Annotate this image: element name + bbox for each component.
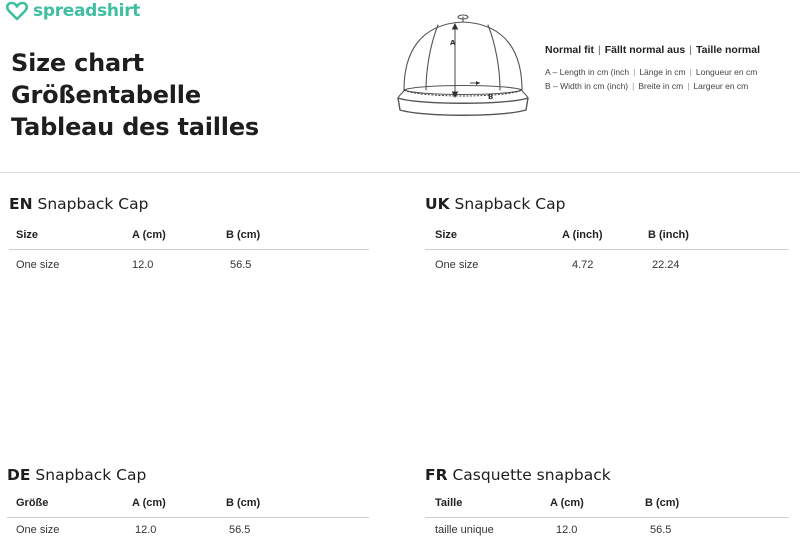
cell-b: 56.5 [230,259,252,271]
cell-size: taille unique [435,524,494,536]
size-section-uk: UK Snapback Cap Size A (inch) B (inch) O… [425,195,789,278]
header-b: B (cm) [226,497,261,509]
size-table: Size A (inch) B (inch) One size 4.72 22.… [425,226,789,278]
title-fr: Tableau des tailles [11,113,260,141]
cell-b: 22.24 [652,259,680,271]
cell-a: 12.0 [135,524,157,536]
header-size: Size [16,229,39,241]
section-title: FR Casquette snapback [425,466,789,484]
header-size: Size [435,229,458,241]
legend-b-fr: Largeur en cm [693,81,749,91]
section-title: EN Snapback Cap [9,195,369,213]
fit-de: Fällt normal aus [604,44,686,56]
section-name: Casquette snapback [452,466,611,484]
header-a: A (cm) [550,497,584,509]
header-a: A (inch) [562,229,603,241]
table-row: One size 4.72 22.24 [425,256,789,278]
size-section-en: EN Snapback Cap Size A (cm) B (cm) One s… [9,195,369,278]
legend-row-a: A – Length in cm (inch | Länge in cm | Longu… [545,67,758,77]
fit-fr: Taille normal [696,44,761,56]
legend-a-de: Länge in cm [639,67,686,77]
fit-line: Normal fit | Fällt normal aus | Taille norma… [545,44,761,56]
header-b: B (cm) [226,229,261,241]
cell-a: 12.0 [556,524,578,536]
header-b: B (inch) [648,229,689,241]
legend-b-de: Breite in cm [638,81,684,91]
section-name: Snapback Cap [35,466,147,484]
size-section-fr: FR Casquette snapback Taille A (cm) B (c… [425,466,789,543]
title-en: Size chart [11,49,144,77]
header-size: Taille [435,497,463,509]
table-row: One size 12.0 56.5 [7,521,369,543]
header-divider [0,172,800,173]
legend-b-en: B – Width in cm (inch) [545,81,629,91]
fit-en: Normal fit [545,44,595,56]
section-code: UK [425,195,450,213]
size-table: Größe A (cm) B (cm) One size 12.0 56.5 [7,494,369,543]
section-title: UK Snapback Cap [425,195,789,213]
page-titles: Size chart Größentabelle Tableau des tai… [11,47,259,143]
legend-row-b: B – Width in cm (inch) | Breite in cm | Larg… [545,81,749,91]
snapback-cap-diagram: A B [397,14,529,116]
header-a: A (cm) [132,229,166,241]
section-name: Snapback Cap [454,195,566,213]
table-header: Size A (cm) B (cm) [9,226,369,250]
dimension-b-label: B [488,93,493,101]
title-de: Größentabelle [11,81,201,109]
cell-size: One size [16,524,60,536]
measurement-legend: Normal fit | Fällt normal aus | Taille norma… [545,44,760,93]
dimension-a-label: A [450,39,456,47]
size-section-de: DE Snapback Cap Größe A (cm) B (cm) One … [7,466,369,543]
section-code: FR [425,466,448,484]
brand-name: spreadshirt [33,1,141,21]
cell-b: 56.5 [650,524,672,536]
table-header: Größe A (cm) B (cm) [7,494,369,518]
table-row: taille unique 12.0 56.5 [425,521,789,543]
section-name: Snapback Cap [37,195,149,213]
legend-a-en: A – Length in cm (inch [545,67,630,77]
cell-size: One size [435,259,479,271]
legend-a-fr: Longueur en cm [695,67,758,77]
table-header: Size A (inch) B (inch) [425,226,789,250]
cell-size: One size [16,259,60,271]
section-title: DE Snapback Cap [7,466,369,484]
cell-a: 12.0 [132,259,154,271]
header-a: A (cm) [132,497,166,509]
table-row: One size 12.0 56.5 [9,256,369,278]
size-table: Size A (cm) B (cm) One size 12.0 56.5 [9,226,369,278]
table-header: Taille A (cm) B (cm) [425,494,789,518]
size-table: Taille A (cm) B (cm) taille unique 12.0 … [425,494,789,543]
cell-b: 56.5 [229,524,251,536]
header-size: Größe [16,497,49,509]
section-code: DE [7,466,31,484]
header-b: B (cm) [645,497,680,509]
cell-a: 4.72 [572,259,594,271]
spreadshirt-logo: spreadshirt [6,1,140,21]
section-code: EN [9,195,33,213]
heart-logo-icon [6,1,28,21]
